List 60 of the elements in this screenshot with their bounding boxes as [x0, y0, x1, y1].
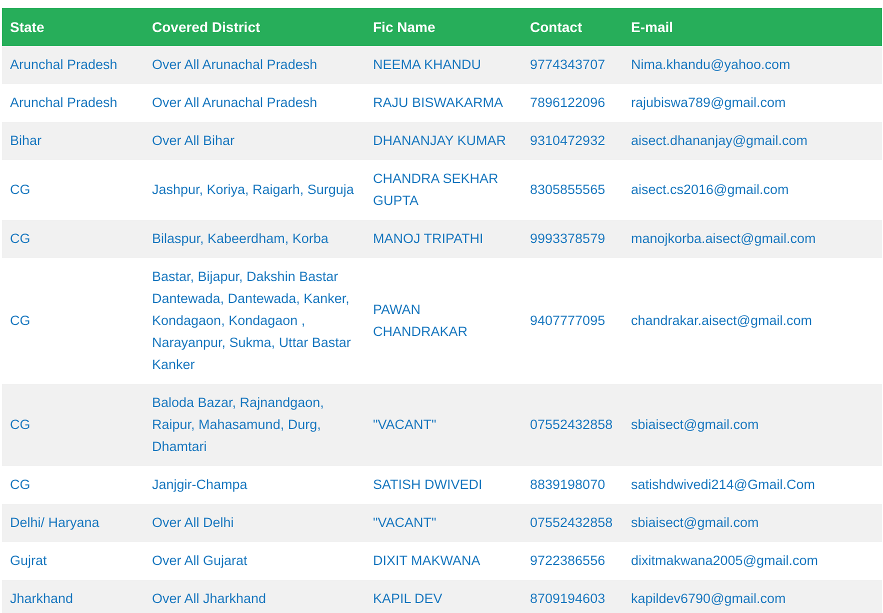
- table-cell: Janjgir-Champa: [152, 477, 248, 492]
- column-header: Contact: [530, 19, 582, 35]
- table-cell: manojkorba.aisect@gmail.com: [631, 231, 816, 246]
- table-cell: aisect.dhananjay@gmail.com: [631, 133, 808, 148]
- table-cell: Arunchal Pradesh: [10, 95, 118, 110]
- table-cell: "VACANT": [373, 515, 436, 530]
- table-cell: 9722386556: [530, 553, 606, 568]
- table-cell: Arunchal Pradesh: [10, 57, 118, 72]
- table-cell: CG: [10, 182, 30, 197]
- table-cell: DHANANJAY KUMAR: [373, 133, 506, 148]
- table-cell: NEEMA KHANDU: [373, 57, 482, 72]
- column-header: Covered District: [152, 19, 260, 35]
- table-cell: 8305855565: [530, 182, 606, 197]
- table-cell: Bihar: [10, 133, 42, 148]
- table-cell: 07552432858: [530, 515, 613, 530]
- table-cell: "VACANT": [373, 417, 436, 432]
- table-cell: Nima.khandu@yahoo.com: [631, 57, 790, 72]
- table-cell: CG: [10, 417, 30, 432]
- table-cell: 9774343707: [530, 57, 606, 72]
- table-cell: aisect.cs2016@gmail.com: [631, 182, 789, 197]
- table-cell: Jashpur, Koriya, Raigarh, Surguja: [152, 182, 354, 197]
- table-cell: Over All Bihar: [152, 133, 235, 148]
- table-cell: sbiaisect@gmail.com: [631, 417, 759, 432]
- table-cell: Over All Arunachal Pradesh: [152, 95, 318, 110]
- table-cell: Bastar, Bijapur, Dakshin Bastar Dantewada, Dantewada, Kanker, Kondagaon, Kondagaon , Narayanpur, Sukma, Uttar Bastar Kanker: [152, 269, 351, 372]
- table-cell: chandrakar.aisect@gmail.com: [631, 313, 812, 328]
- table-cell: SATISH DWIVEDI: [373, 477, 482, 492]
- table-cell: 9310472932: [530, 133, 606, 148]
- table-cell: Over All Jharkhand: [152, 591, 266, 606]
- table-cell: Over All Arunachal Pradesh: [152, 57, 318, 72]
- table-cell: dixitmakwana2005@gmail.com: [631, 553, 818, 568]
- table-cell: Over All Delhi: [152, 515, 234, 530]
- table-cell: 07552432858: [530, 417, 613, 432]
- table-cell: 7896122096: [530, 95, 606, 110]
- column-header: Fic Name: [373, 19, 436, 35]
- table-cell: Gujrat: [10, 553, 47, 568]
- table-cell: PAWAN CHANDRAKAR: [373, 302, 468, 339]
- table-cell: CG: [10, 313, 30, 328]
- table-cell: Jharkhand: [10, 591, 74, 606]
- table-cell: Over All Gujarat: [152, 553, 248, 568]
- column-header: E-mail: [631, 19, 674, 35]
- table-cell: CG: [10, 477, 30, 492]
- table-cell: 8839198070: [530, 477, 606, 492]
- column-header: State: [10, 19, 44, 35]
- table-cell: Baloda Bazar, Rajnandgaon, Raipur, Mahasamund, Durg, Dhamtari: [152, 395, 324, 454]
- table-cell: CHANDRA SEKHAR GUPTA: [373, 171, 498, 208]
- table-cell: 9993378579: [530, 231, 606, 246]
- table-cell: RAJU BISWAKARMA: [373, 95, 504, 110]
- table-cell: CG: [10, 231, 30, 246]
- table-cell: sbiaisect@gmail.com: [631, 515, 759, 530]
- table-cell: 8709194603: [530, 591, 606, 606]
- table-cell: kapildev6790@gmail.com: [631, 591, 786, 606]
- table-cell: satishdwivedi214@Gmail.Com: [631, 477, 816, 492]
- table-cell: KAPIL DEV: [373, 591, 442, 606]
- table-cell: DIXIT MAKWANA: [373, 553, 480, 568]
- table-cell: rajubiswa789@gmail.com: [631, 95, 786, 110]
- table-cell: Bilaspur, Kabeerdham, Korba: [152, 231, 328, 246]
- table-cell: 9407777095: [530, 313, 606, 328]
- table-cell: Delhi/ Haryana: [10, 515, 100, 530]
- table-cell: MANOJ TRIPATHI: [373, 231, 484, 246]
